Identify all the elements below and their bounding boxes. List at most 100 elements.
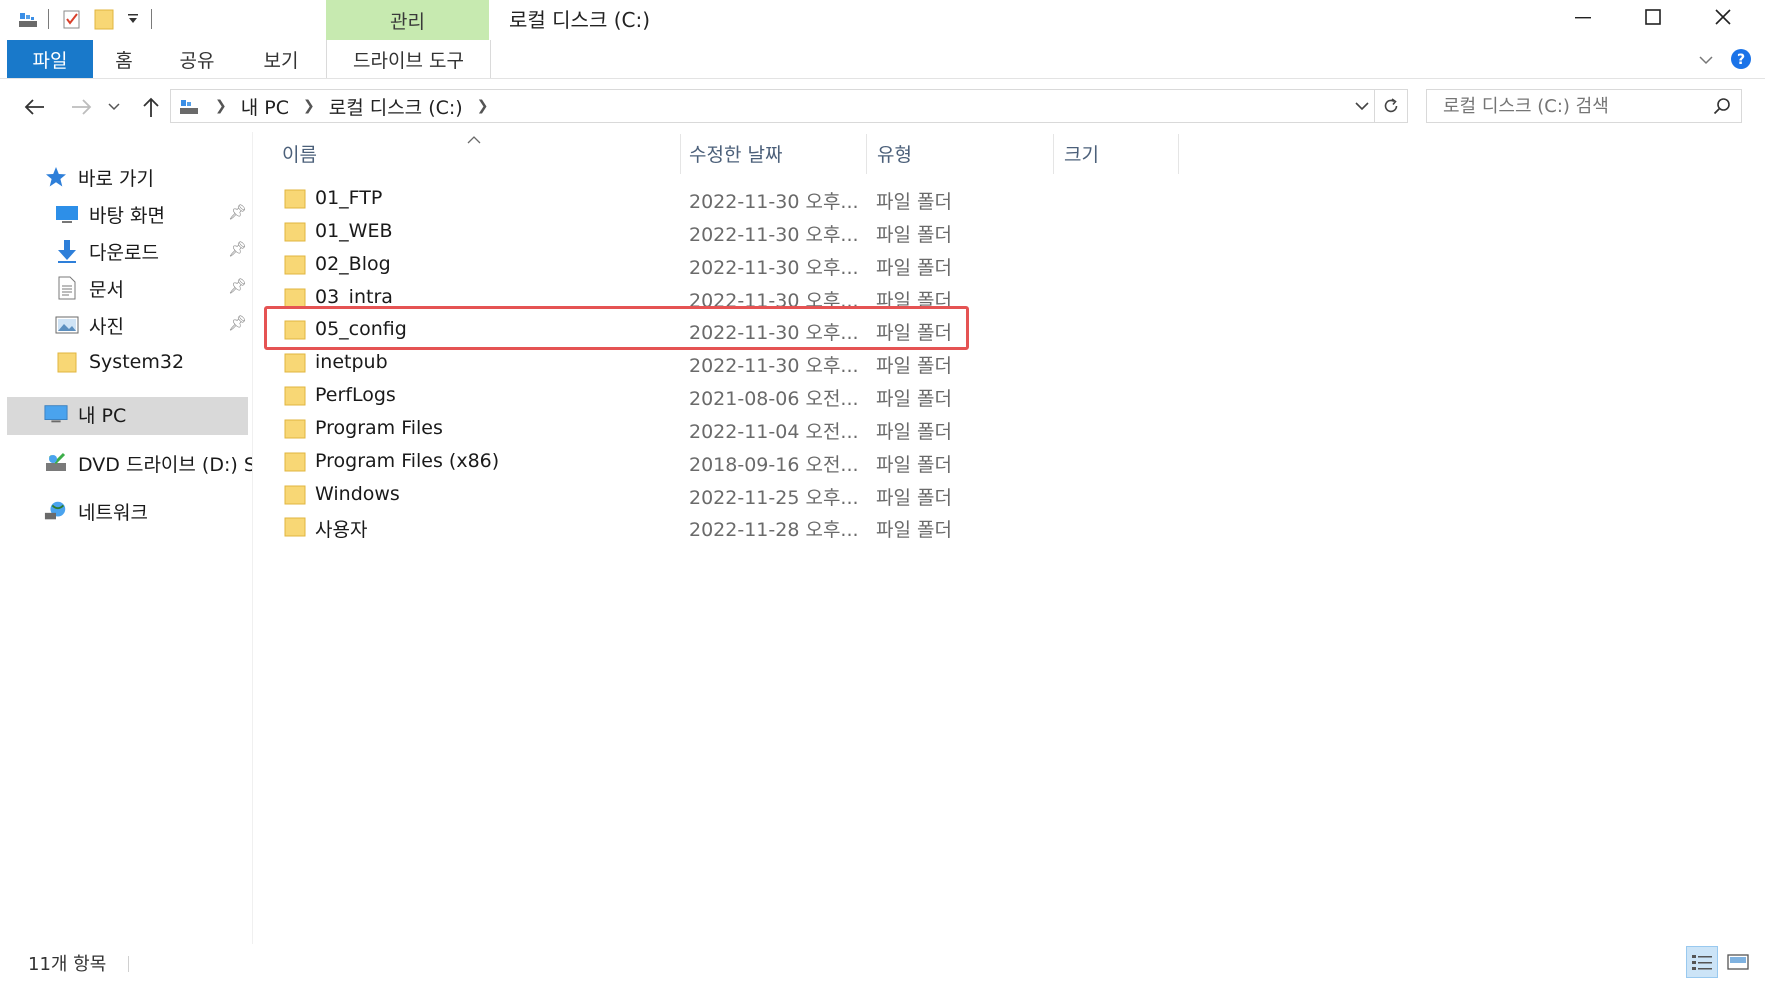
back-button[interactable] (20, 92, 50, 122)
file-row[interactable]: 01_WEB 2022-11-30 오후... 파일 폴더 (284, 217, 964, 247)
minimize-icon (1575, 17, 1591, 19)
breadcrumb-separator-icon[interactable]: ❯ (215, 98, 227, 114)
folder-icon (55, 351, 79, 373)
file-row[interactable]: Program Files 2022-11-04 오전... 파일 폴더 (284, 414, 964, 444)
file-date: 2022-11-04 오전... (689, 421, 859, 443)
column-header-date[interactable]: 수정한 날짜 (689, 134, 782, 172)
folder-icon (284, 452, 306, 472)
file-row[interactable]: inetpub 2022-11-30 오후... 파일 폴더 (284, 348, 964, 378)
sidebar-item-this-pc[interactable]: 내 PC (44, 397, 126, 431)
file-row[interactable]: Windows 2022-11-25 오후... 파일 폴더 (284, 480, 964, 510)
maximize-button[interactable] (1618, 0, 1688, 34)
properties-icon[interactable] (14, 7, 42, 31)
column-divider[interactable] (866, 134, 867, 174)
pin-icon[interactable]: 📌︎ (228, 240, 247, 258)
breadcrumb-local-disk[interactable]: 로컬 디스크 (C:) (329, 93, 463, 120)
folder-icon (284, 419, 306, 439)
large-icons-view-button[interactable] (1722, 946, 1754, 978)
file-row[interactable]: 사용자 2022-11-28 오후... 파일 폴더 (284, 512, 964, 542)
ribbon-expand-icon[interactable] (1696, 50, 1716, 70)
sidebar-item-label: 네트워크 (78, 501, 148, 524)
file-name: Windows (315, 483, 400, 505)
sidebar-item-label: 바탕 화면 (89, 204, 165, 227)
folder-icon (284, 517, 306, 537)
network-icon (44, 500, 68, 522)
search-input[interactable] (1441, 94, 1705, 118)
column-divider[interactable] (1053, 134, 1054, 174)
file-date: 2022-11-25 오후... (689, 487, 859, 509)
file-type: 파일 폴더 (876, 454, 952, 476)
details-view-icon (1692, 955, 1712, 970)
forward-arrow-icon (72, 99, 92, 115)
minimize-button[interactable] (1548, 0, 1618, 34)
file-row[interactable]: 02_Blog 2022-11-30 오후... 파일 폴더 (284, 250, 964, 280)
details-view-button[interactable] (1686, 946, 1718, 978)
file-date: 2022-11-30 오후... (689, 191, 859, 213)
sidebar-item-label: 내 PC (78, 404, 127, 427)
status-item-count: 11개 항목 (28, 954, 107, 975)
chevron-down-icon (108, 103, 120, 111)
help-icon[interactable]: ? (1730, 48, 1752, 70)
pin-icon[interactable]: 📌︎ (228, 277, 247, 295)
pane-divider[interactable] (252, 132, 253, 944)
breadcrumb-this-pc[interactable]: 내 PC (241, 93, 289, 120)
maximize-icon (1645, 9, 1661, 25)
sidebar-item-network[interactable]: 네트워크 (44, 494, 148, 528)
sidebar-item-dvd-drive[interactable]: DVD 드라이브 (D:) S (44, 446, 252, 480)
search-box[interactable] (1426, 89, 1742, 123)
sidebar-item-desktop[interactable]: 바탕 화면 (55, 197, 165, 231)
file-name: Program Files (315, 417, 443, 439)
up-button[interactable] (136, 92, 166, 122)
quick-access-toolbar (14, 6, 152, 32)
sidebar-item-downloads[interactable]: 다운로드 (55, 234, 159, 268)
address-dropdown-icon[interactable] (1350, 101, 1374, 111)
search-icon[interactable] (1713, 97, 1731, 115)
checkbox-icon[interactable] (59, 7, 85, 31)
sidebar-item-label: 바로 가기 (78, 167, 154, 190)
column-header-size[interactable]: 크기 (1064, 134, 1099, 172)
sidebar-item-pictures[interactable]: 사진 (55, 308, 124, 342)
breadcrumb-separator-icon[interactable]: ❯ (477, 98, 489, 114)
sidebar-item-quick-access[interactable]: 바로 가기 (44, 160, 154, 194)
tab-view[interactable]: 보기 (254, 40, 308, 78)
breadcrumb-separator-icon[interactable]: ❯ (303, 98, 315, 114)
forward-button[interactable] (66, 92, 96, 122)
file-date: 2021-08-06 오전... (689, 388, 859, 410)
address-bar[interactable]: ❯ 내 PC ❯ 로컬 디스크 (C:) ❯ (170, 89, 1408, 123)
recent-locations-button[interactable] (104, 92, 124, 122)
tab-file[interactable]: 파일 (7, 40, 93, 78)
tab-home[interactable]: 홈 (100, 40, 148, 78)
sidebar-item-documents[interactable]: 문서 (55, 271, 124, 305)
folder-icon (284, 288, 306, 308)
sidebar-item-label: System32 (89, 351, 185, 373)
column-divider[interactable] (1178, 134, 1179, 174)
file-row[interactable]: PerfLogs 2021-08-06 오전... 파일 폴더 (284, 381, 964, 411)
tab-manage[interactable]: 관리 (326, 0, 489, 40)
sort-ascending-icon (467, 130, 481, 144)
file-name: Program Files (x86) (315, 450, 500, 472)
column-divider[interactable] (680, 134, 681, 174)
file-row[interactable]: 01_FTP 2022-11-30 오후... 파일 폴더 (284, 184, 964, 214)
pin-icon[interactable]: 📌︎ (228, 314, 247, 332)
column-header-name[interactable]: 이름 (282, 134, 317, 172)
column-header-type[interactable]: 유형 (877, 134, 912, 172)
file-row[interactable]: Program Files (x86) 2018-09-16 오전... 파일 … (284, 447, 964, 477)
new-folder-icon[interactable] (89, 7, 119, 31)
pin-icon[interactable]: 📌︎ (228, 203, 247, 221)
star-icon (44, 166, 68, 188)
sidebar-item-label: 다운로드 (89, 241, 159, 264)
up-arrow-icon (143, 97, 159, 117)
close-button[interactable] (1688, 0, 1758, 34)
status-divider (128, 956, 129, 972)
tab-drive-tools[interactable]: 드라이브 도구 (326, 40, 491, 78)
file-type: 파일 폴더 (876, 224, 952, 246)
file-type: 파일 폴더 (876, 191, 952, 213)
tab-share[interactable]: 공유 (170, 40, 224, 78)
dropdown-arrow-icon[interactable] (123, 7, 143, 31)
file-name: inetpub (315, 351, 388, 373)
file-date: 2022-11-30 오후... (689, 355, 859, 377)
sidebar-item-system32[interactable]: System32 (55, 345, 184, 379)
file-name: 01_FTP (315, 187, 383, 209)
file-date: 2018-09-16 오전... (689, 454, 859, 476)
refresh-icon[interactable] (1375, 97, 1407, 115)
